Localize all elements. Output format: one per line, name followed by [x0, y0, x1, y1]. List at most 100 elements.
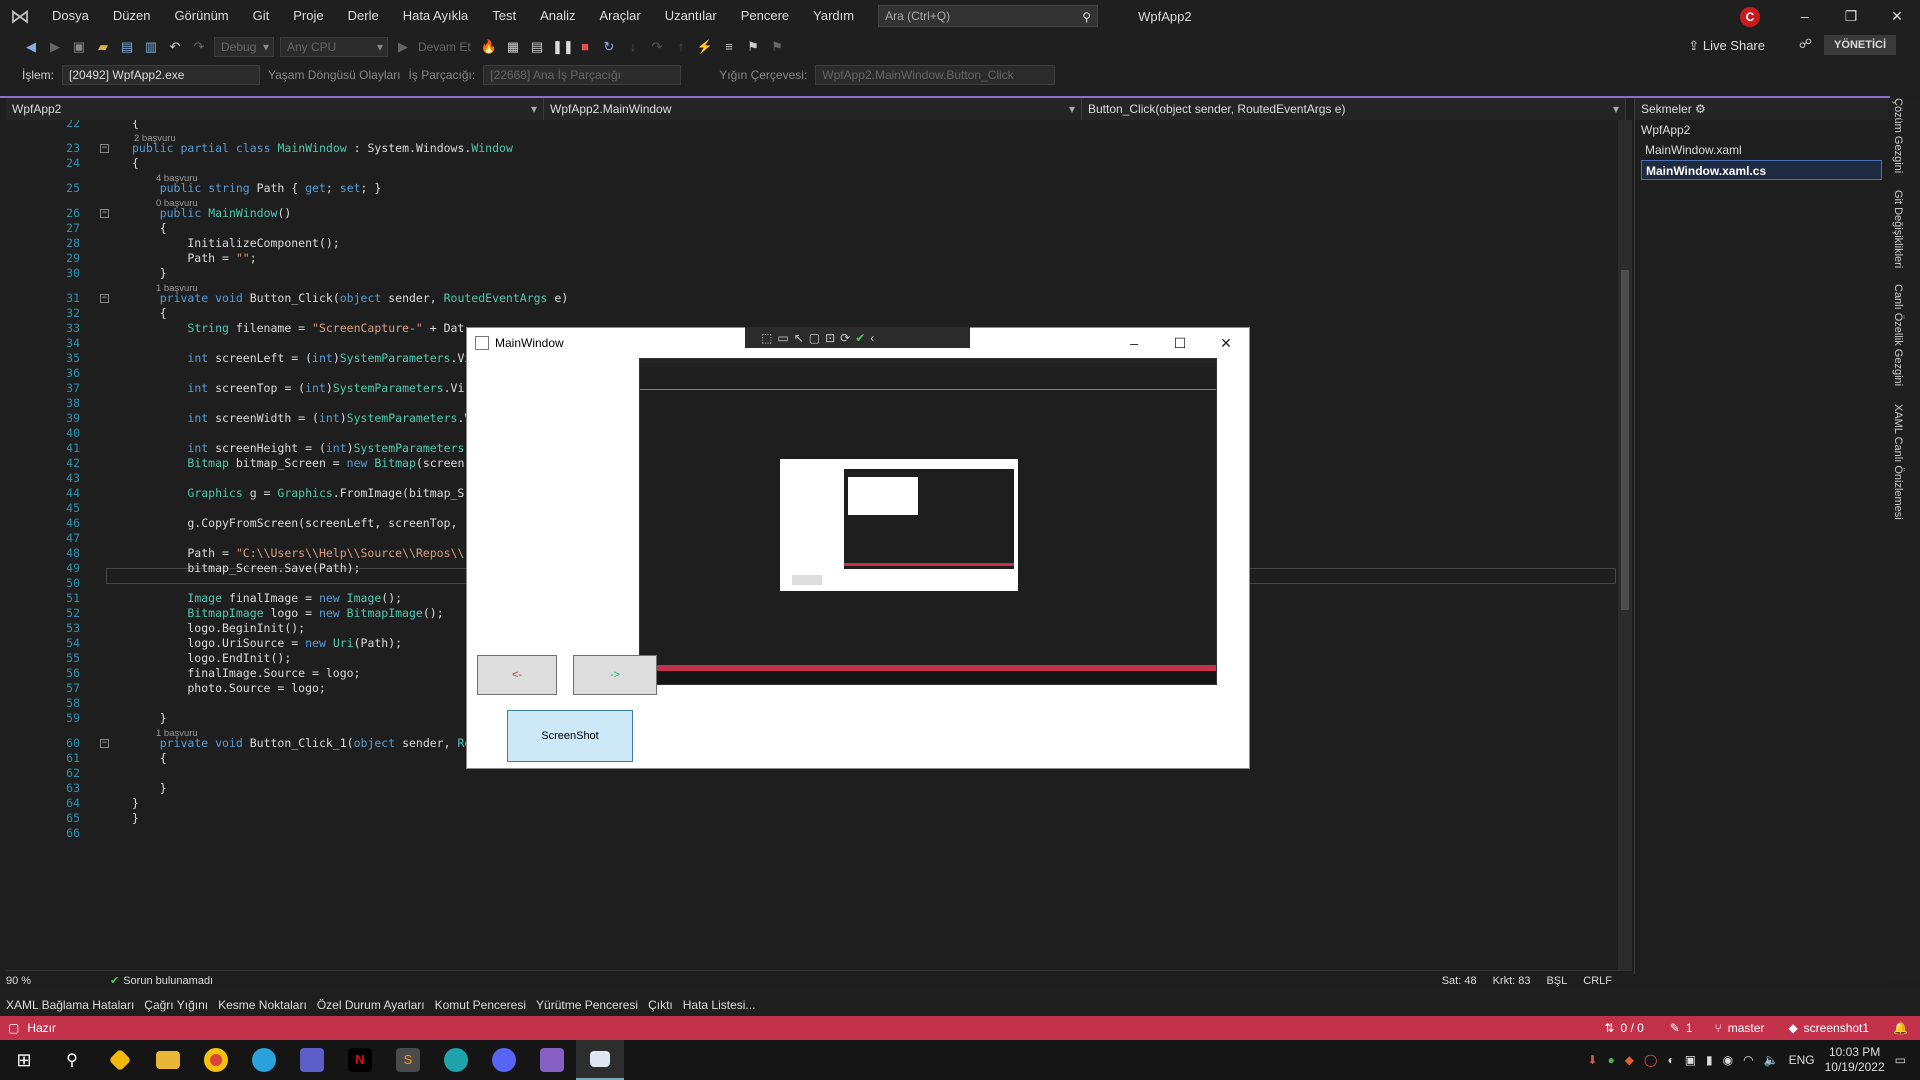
zoom-select[interactable]: 90 %	[6, 975, 66, 987]
bottom-tab[interactable]: Kesme Noktaları	[218, 998, 307, 1012]
thread-select[interactable]: [22668] Ana İş Parçacığı	[483, 65, 682, 85]
pause-icon[interactable]: ❚❚	[552, 38, 574, 56]
restart-icon[interactable]: ↻	[600, 38, 618, 56]
binance-icon[interactable]	[96, 1040, 144, 1080]
issues-status[interactable]: Sorun bulunamadı	[123, 975, 213, 987]
bookmark-prev-icon[interactable]: ⚑	[768, 38, 786, 56]
forward-icon[interactable]: ▶	[46, 38, 64, 56]
class-dropdown[interactable]: WpfApp2.MainWindow	[544, 98, 1082, 120]
side-tab-xaml-preview[interactable]: XAML Canlı Önizlemesi	[1892, 404, 1904, 520]
profile-avatar[interactable]: C	[1740, 7, 1760, 27]
fold-toggle-icon[interactable]: −	[100, 144, 109, 153]
tray-language[interactable]: ENG	[1789, 1053, 1815, 1067]
tree-item-xaml-cs[interactable]: MainWindow.xaml.cs	[1641, 160, 1882, 180]
lifecycle-events[interactable]: Yaşam Döngüsü Olayları	[268, 68, 401, 82]
layout-icon[interactable]: ▤	[528, 38, 546, 56]
close-icon[interactable]: ✕	[1203, 328, 1249, 358]
restore-icon[interactable]: ❐	[1828, 0, 1874, 32]
binding-icon[interactable]: ⟳	[840, 331, 850, 345]
bottom-tab[interactable]: Özel Durum Ayarları	[317, 998, 425, 1012]
stop-icon[interactable]: ■	[576, 38, 594, 56]
notification-icon[interactable]: 🔔	[1893, 1021, 1908, 1035]
maximize-icon[interactable]: ☐	[1157, 328, 1203, 358]
continue-icon[interactable]: ▶	[394, 38, 412, 56]
tree-item-xaml[interactable]: MainWindow.xaml	[1635, 140, 1888, 160]
teams-icon[interactable]	[288, 1040, 336, 1080]
bottom-tab[interactable]: Çağrı Yığını	[144, 998, 208, 1012]
menu-item[interactable]: Pencere	[729, 0, 801, 32]
process-select[interactable]: [20492] WpfApp2.exe	[62, 65, 261, 85]
branch-name[interactable]: master	[1728, 1021, 1765, 1035]
menu-item[interactable]: Test	[480, 0, 528, 32]
menu-item[interactable]: Hata Ayıkla	[391, 0, 481, 32]
adorner-icon[interactable]: ⊡	[825, 331, 835, 345]
tray-steam-icon[interactable]: ◉	[1723, 1053, 1733, 1067]
menu-item[interactable]: Görünüm	[162, 0, 240, 32]
chrome-icon[interactable]	[192, 1040, 240, 1080]
undo-icon[interactable]: ↶	[166, 38, 184, 56]
process-icon[interactable]: ▦	[504, 38, 522, 56]
pointer-icon[interactable]: ↖	[794, 331, 804, 345]
step-over-icon[interactable]: ↷	[648, 38, 666, 56]
prev-button[interactable]: <-	[477, 655, 557, 695]
next-button[interactable]: ->	[573, 655, 657, 695]
video-icon[interactable]: ▭	[777, 331, 788, 345]
search-icon[interactable]: ⚲	[48, 1040, 96, 1080]
side-tab-live-property[interactable]: Canlı Özellik Gezgini	[1892, 284, 1904, 386]
tray-clock[interactable]: 10:03 PM 10/19/2022	[1825, 1045, 1885, 1075]
search-input[interactable]: Ara (Ctrl+Q) ⚲	[878, 5, 1099, 27]
tray-brave-icon[interactable]: ◆	[1625, 1053, 1634, 1067]
sublime-icon[interactable]: S	[384, 1040, 432, 1080]
config-select[interactable]: Debug	[214, 37, 274, 57]
stack-frame-select[interactable]: WpfApp2.MainWindow.Button_Click	[815, 65, 1056, 85]
open-icon[interactable]: ▰	[94, 38, 112, 56]
menu-item[interactable]: Dosya	[40, 0, 101, 32]
visual-studio-icon[interactable]	[528, 1040, 576, 1080]
menu-item[interactable]: Araçlar	[588, 0, 653, 32]
step-into-icon[interactable]: ↓	[624, 38, 642, 56]
redo-icon[interactable]: ↷	[190, 38, 208, 56]
changes-count[interactable]: 0 / 0	[1620, 1021, 1643, 1035]
file-explorer-icon[interactable]	[144, 1040, 192, 1080]
tray-nvidia-icon[interactable]: ●	[1608, 1053, 1615, 1067]
bottom-tab[interactable]: Yürütme Penceresi	[536, 998, 638, 1012]
wpf-app-icon[interactable]	[576, 1040, 624, 1080]
hot-reload-ok-icon[interactable]: ✔	[855, 331, 865, 345]
bookmark-icon[interactable]: ⚑	[744, 38, 762, 56]
menu-item[interactable]: Yardım	[801, 0, 866, 32]
column-indicator[interactable]: Krkt: 83	[1493, 975, 1531, 987]
tray-mic-icon[interactable]: ▮	[1706, 1053, 1713, 1067]
bottom-tab[interactable]: Çıktı	[648, 998, 673, 1012]
telegram-icon[interactable]	[240, 1040, 288, 1080]
edits-count[interactable]: 1	[1686, 1021, 1693, 1035]
scrollbar-thumb[interactable]	[1621, 270, 1629, 610]
close-icon[interactable]: ✕	[1874, 0, 1920, 32]
gear-icon[interactable]: ⚙	[1695, 102, 1706, 116]
notification-center-icon[interactable]: ▭	[1895, 1053, 1906, 1067]
bottom-tab[interactable]: XAML Bağlama Hataları	[6, 998, 134, 1012]
fold-toggle-icon[interactable]: −	[100, 294, 109, 303]
vertical-scrollbar[interactable]	[1618, 120, 1632, 972]
tray-wifi-icon[interactable]: ◠	[1743, 1053, 1753, 1067]
tray-volume-icon[interactable]: 🔈	[1764, 1053, 1779, 1067]
platform-select[interactable]: Any CPU	[280, 37, 388, 57]
menu-item[interactable]: Uzantılar	[653, 0, 729, 32]
format-icon[interactable]: ≡	[720, 38, 738, 56]
side-tab-git-changes[interactable]: Git Değişiklikleri	[1892, 190, 1904, 268]
tray-app-icon[interactable]: ⬇	[1587, 1053, 1597, 1067]
side-tab-solution-explorer[interactable]: Çözüm Gezgini	[1892, 98, 1904, 173]
start-icon[interactable]: ⊞	[0, 1040, 48, 1080]
edge-icon[interactable]	[432, 1040, 480, 1080]
menu-item[interactable]: Proje	[281, 0, 335, 32]
member-dropdown[interactable]: Button_Click(object sender, RoutedEventA…	[1082, 98, 1626, 120]
tree-item-project[interactable]: WpfApp2	[1635, 120, 1888, 140]
minimize-icon[interactable]: –	[1782, 0, 1828, 32]
menu-item[interactable]: Derle	[336, 0, 391, 32]
menu-item[interactable]: Analiz	[528, 0, 587, 32]
screenshot-button[interactable]: ScreenShot	[507, 710, 633, 762]
save-icon[interactable]: ▤	[118, 38, 136, 56]
indent-indicator[interactable]: BŞL	[1546, 975, 1567, 987]
select-element-icon[interactable]: ⬚	[761, 331, 772, 345]
step-out-icon[interactable]: ↑	[672, 38, 690, 56]
tray-teams-icon[interactable]: ▣	[1685, 1053, 1696, 1067]
